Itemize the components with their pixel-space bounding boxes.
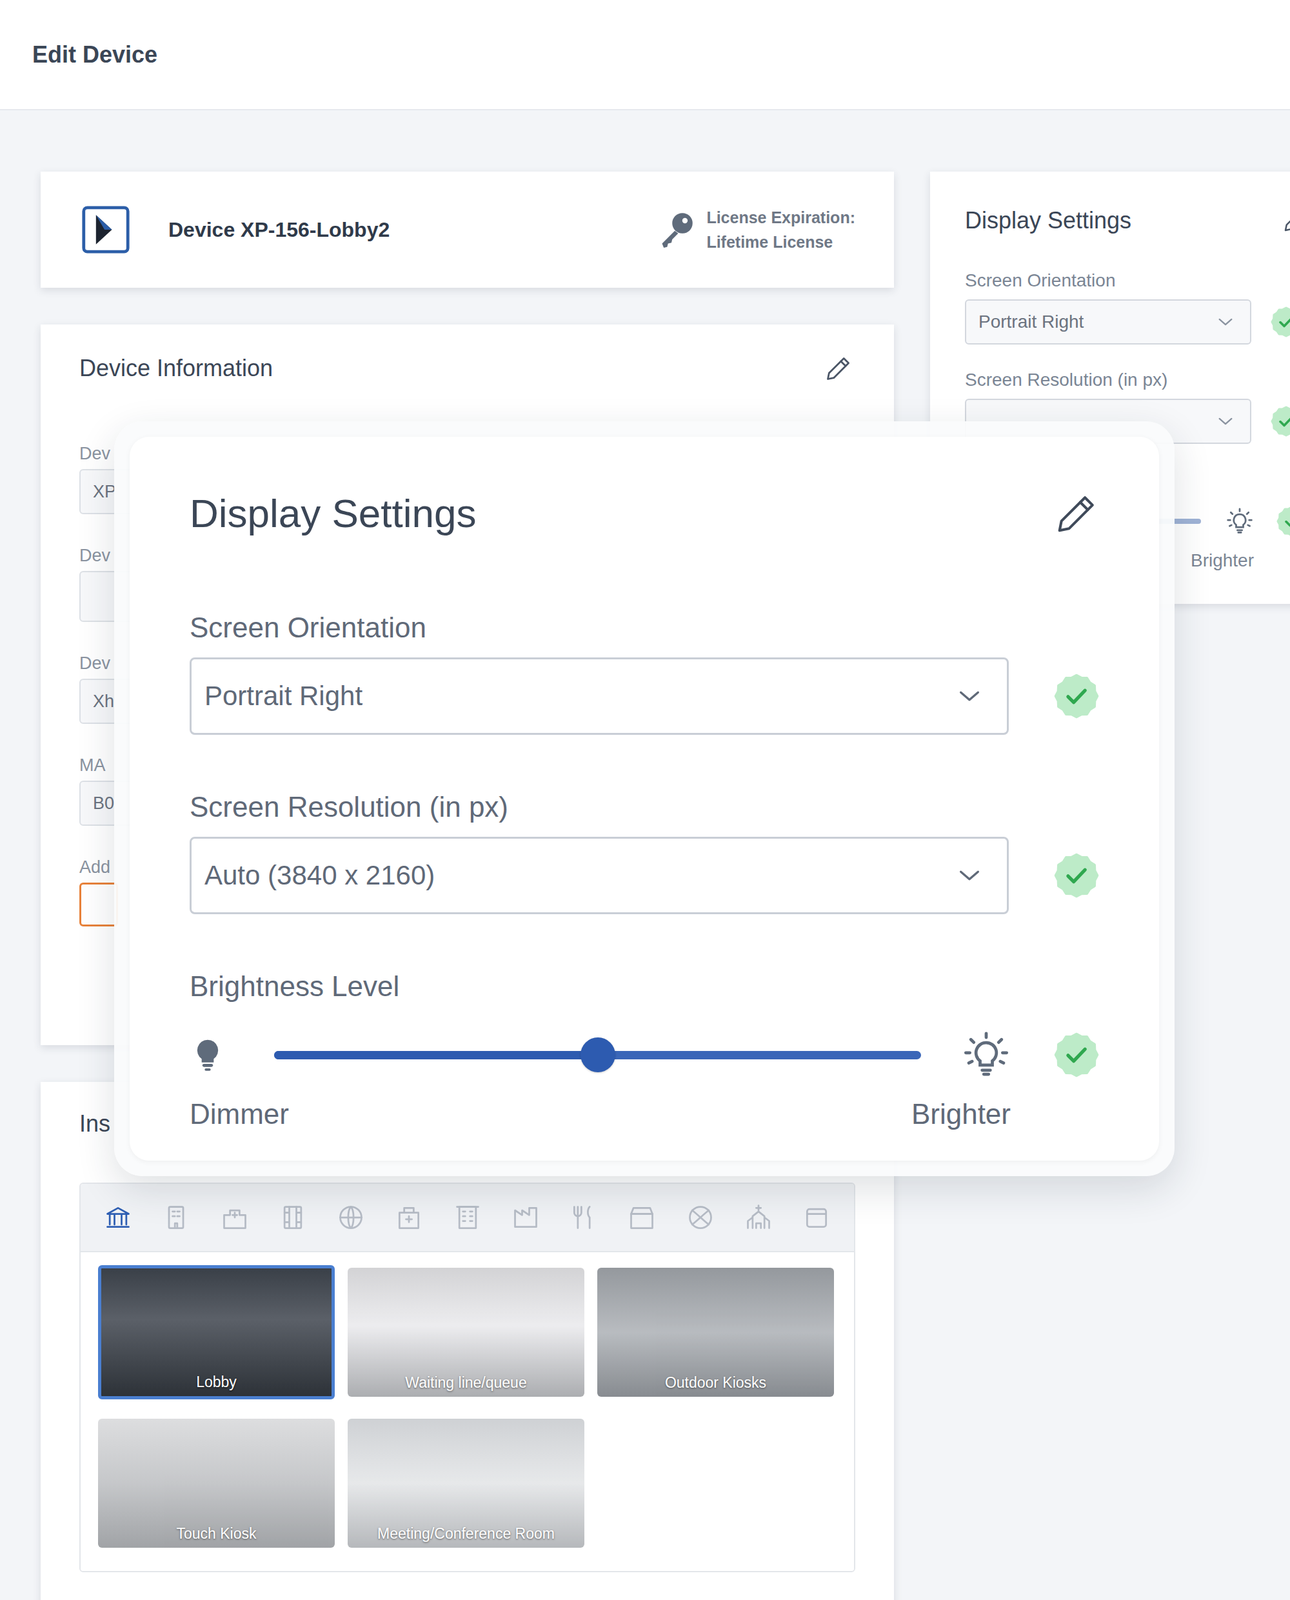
orientation-select[interactable]: Portrait Right — [964, 299, 1252, 345]
bright-bulb-icon — [961, 1030, 1011, 1080]
place-label: Touch Kiosk — [172, 1524, 260, 1548]
card-header: Device Information — [79, 350, 853, 387]
building-type-icon[interactable] — [220, 1202, 249, 1232]
chevron-down-icon — [1216, 412, 1235, 431]
license-text: License Expiration:Lifetime License — [706, 205, 856, 255]
building-type-icon[interactable] — [569, 1202, 598, 1232]
building-type-icon[interactable] — [336, 1202, 366, 1232]
place-label: Waiting line/queue — [401, 1373, 531, 1397]
page-title: Edit Device — [32, 41, 158, 69]
address-button[interactable] — [79, 882, 119, 927]
chevron-down-icon — [1216, 312, 1235, 331]
building-type-icon[interactable] — [686, 1202, 715, 1232]
building-type-icon[interactable] — [161, 1202, 191, 1232]
key-icon — [655, 209, 696, 251]
brightness-slider[interactable] — [274, 1050, 922, 1060]
resolution-select[interactable]: Auto (3840 x 2160) — [189, 836, 1009, 914]
pencil-icon[interactable] — [824, 354, 853, 383]
building-type-icon[interactable] — [627, 1202, 656, 1232]
license-value: Lifetime License — [706, 229, 856, 255]
field-label: Screen Resolution (in px) — [189, 790, 1100, 824]
field-label: Screen Orientation — [964, 269, 1290, 292]
bright-bulb-icon — [1225, 506, 1254, 536]
select-value: Portrait Right — [204, 680, 363, 712]
brightness-fill — [274, 1050, 598, 1060]
place-option[interactable]: Meeting/Conference Room — [347, 1418, 585, 1548]
field-value: Xh — [92, 691, 115, 712]
place-option[interactable]: Waiting line/queue — [347, 1267, 585, 1397]
brighter-label: Brighter — [1190, 550, 1254, 571]
building-type-icon[interactable] — [511, 1202, 540, 1232]
card-title: Display Settings — [964, 207, 1132, 235]
brightness-group: Brightness Level Dimmer Brighter — [189, 969, 1100, 1131]
place-option[interactable]: Outdoor Kiosks — [597, 1267, 834, 1397]
type-icon-strip — [80, 1183, 854, 1252]
field-label: Screen Resolution (in px) — [964, 368, 1290, 391]
check-badge-icon — [1276, 505, 1290, 537]
brightness-thumb[interactable] — [580, 1037, 616, 1072]
place-option[interactable]: Lobby — [98, 1264, 335, 1400]
license-label: License Expiration: — [706, 205, 856, 230]
check-badge-icon — [1270, 405, 1290, 437]
check-badge-icon — [1053, 673, 1100, 719]
card-header: Display Settings — [964, 202, 1290, 239]
field-label: Brightness Level — [189, 969, 1100, 1003]
panel-header: Display Settings — [189, 490, 1100, 537]
place-option[interactable]: Touch Kiosk — [98, 1418, 335, 1548]
orientation-row: Portrait Right — [964, 299, 1290, 345]
orientation-group: Screen Orientation Portrait Right — [189, 610, 1100, 735]
slider-end-labels: Dimmer Brighter — [189, 1097, 1100, 1131]
place-label: Outdoor Kiosks — [661, 1373, 771, 1397]
brightness-row — [189, 1028, 1100, 1081]
check-badge-icon — [1270, 306, 1290, 338]
field-label: Screen Orientation — [189, 610, 1100, 645]
building-type-icon[interactable] — [103, 1202, 133, 1232]
resolution-row: Auto (3840 x 2160) — [189, 836, 1100, 914]
select-value: Portrait Right — [978, 311, 1084, 333]
card-title: Device Information — [79, 354, 273, 382]
device-card: Device XP-156-Lobby2 License Expiration:L… — [40, 171, 894, 288]
chevron-down-icon — [956, 862, 983, 889]
chevron-down-icon — [956, 683, 983, 709]
device-name: Device XP-156-Lobby2 — [168, 218, 390, 242]
building-type-icon[interactable] — [744, 1202, 773, 1232]
place-grid: Lobby Waiting line/queue Outdoor Kiosks Tou… — [80, 1251, 854, 1571]
field-value: B0 — [92, 793, 115, 814]
dim-bulb-icon — [189, 1036, 226, 1073]
pencil-icon[interactable] — [1053, 490, 1100, 536]
resolution-group: Screen Resolution (in px) Auto (3840 x 21… — [189, 790, 1100, 914]
building-type-icon[interactable] — [278, 1202, 308, 1232]
building-type-icon[interactable] — [802, 1202, 831, 1232]
license-info: License Expiration:Lifetime License — [655, 205, 856, 255]
select-value: Auto (3840 x 2160) — [204, 859, 435, 891]
place-label: Lobby — [192, 1373, 241, 1396]
device-logo-icon — [81, 205, 131, 255]
orientation-select[interactable]: Portrait Right — [189, 657, 1009, 735]
orientation-row: Portrait Right — [189, 657, 1100, 735]
panel-title: Display Settings — [189, 490, 477, 537]
pencil-icon[interactable] — [1282, 207, 1290, 234]
dimmer-label: Dimmer — [189, 1097, 289, 1131]
building-type-icon[interactable] — [453, 1202, 482, 1232]
check-badge-icon — [1053, 852, 1100, 898]
building-type-icon[interactable] — [394, 1202, 424, 1232]
field-value: XP — [92, 481, 117, 502]
brighter-label: Brighter — [911, 1097, 1011, 1131]
display-settings-popup: Display Settings Screen Orientation Portra… — [114, 421, 1175, 1176]
display-settings-panel: Display Settings Screen Orientation Portra… — [129, 436, 1160, 1161]
page-header: Edit Device — [0, 0, 1290, 111]
installation-picker: Lobby Waiting line/queue Outdoor Kiosks Tou… — [79, 1182, 856, 1572]
check-badge-icon — [1053, 1032, 1100, 1078]
place-label: Meeting/Conference Room — [373, 1524, 559, 1548]
